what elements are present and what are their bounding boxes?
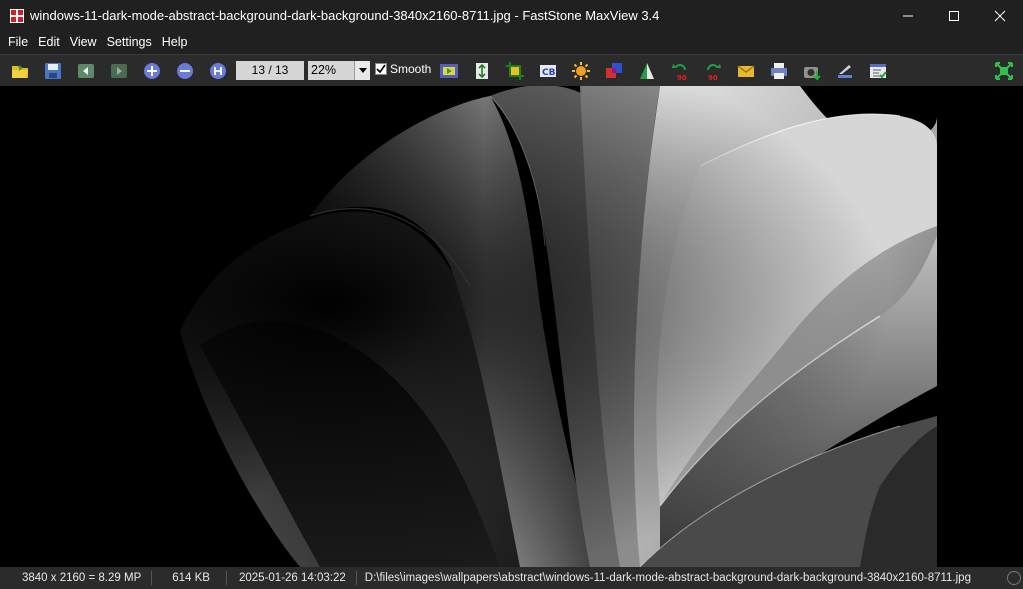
- colors-button[interactable]: [603, 60, 625, 82]
- settings-icon: [870, 64, 887, 79]
- smooth-toggle[interactable]: Smooth: [375, 62, 431, 76]
- menu-view[interactable]: View: [65, 31, 102, 54]
- scan-icon: [838, 65, 852, 78]
- checkmark-icon: [376, 64, 386, 74]
- rotate-left-button[interactable]: 90: [669, 60, 691, 82]
- zoom-value: 22%: [311, 63, 337, 77]
- zoom-out-button[interactable]: [174, 60, 196, 82]
- close-icon: [994, 10, 1006, 21]
- next-button[interactable]: [108, 60, 130, 82]
- page-counter[interactable]: 13 / 13: [236, 61, 304, 80]
- size-grip-icon[interactable]: [1007, 571, 1021, 585]
- svg-text:90: 90: [708, 74, 718, 81]
- capture-button[interactable]: [801, 60, 823, 82]
- fit-window-button[interactable]: [993, 60, 1015, 82]
- rotate-left-icon: 90: [672, 64, 687, 81]
- open-folder-icon: [12, 65, 28, 78]
- resize-icon: [476, 63, 488, 79]
- image-dimensions: 3840 x 2160 = 8.29 MP: [22, 572, 142, 584]
- email-icon: [737, 65, 755, 77]
- brightness-button[interactable]: [570, 60, 592, 82]
- slideshow-button[interactable]: [438, 60, 460, 82]
- settings-button[interactable]: [867, 60, 889, 82]
- rotate-right-button[interactable]: 90: [702, 60, 724, 82]
- zoom-in-icon: [144, 63, 160, 79]
- file-path: D:\files\images\wallpapers\abstract\wind…: [364, 572, 971, 584]
- zoom-in-button[interactable]: [141, 60, 163, 82]
- brightness-icon: [572, 62, 590, 80]
- slideshow-icon: [440, 64, 458, 78]
- image-viewer[interactable]: [0, 86, 1023, 567]
- print-icon: [771, 63, 787, 79]
- crop-icon: [506, 62, 524, 80]
- menu-settings[interactable]: Settings: [102, 31, 157, 54]
- resize-button[interactable]: [471, 60, 493, 82]
- text-button[interactable]: CB: [537, 60, 559, 82]
- previous-button[interactable]: [75, 60, 97, 82]
- smooth-label: Smooth: [390, 62, 432, 76]
- text-icon: CB: [540, 65, 556, 78]
- crop-button[interactable]: [504, 60, 526, 82]
- app-icon[interactable]: [10, 8, 24, 23]
- close-button[interactable]: [977, 0, 1023, 31]
- status-bar: 3840 x 2160 = 8.29 MP 614 KB 2025-01-26 …: [0, 567, 1023, 589]
- actual-size-button[interactable]: [207, 60, 229, 82]
- scan-button[interactable]: [834, 60, 856, 82]
- menu-help[interactable]: Help: [157, 31, 193, 54]
- menu-bar: File Edit View Settings Help: [0, 31, 1023, 54]
- smooth-checkbox[interactable]: [375, 63, 387, 75]
- title-bar: windows-11-dark-mode-abstract-background…: [0, 0, 1023, 31]
- fit-window-icon: [995, 62, 1013, 80]
- dropdown-arrow-icon[interactable]: [354, 61, 370, 80]
- open-button[interactable]: [9, 60, 31, 82]
- minimize-button[interactable]: [885, 0, 931, 31]
- minimize-icon: [903, 15, 913, 16]
- menu-edit[interactable]: Edit: [33, 31, 65, 54]
- window-controls: [885, 0, 1023, 31]
- window-title: windows-11-dark-mode-abstract-background…: [30, 8, 660, 23]
- maximize-button[interactable]: [931, 0, 977, 31]
- capture-icon: [804, 67, 821, 81]
- maximize-icon: [949, 10, 959, 21]
- sharpen-button[interactable]: [636, 60, 658, 82]
- zoom-select[interactable]: 22%: [308, 61, 370, 80]
- file-date: 2025-01-26 14:03:22: [238, 572, 346, 584]
- svg-text:90: 90: [677, 74, 687, 81]
- rotate-right-icon: 90: [707, 64, 721, 81]
- print-button[interactable]: [768, 60, 790, 82]
- colors-icon: [606, 63, 622, 78]
- zoom-out-icon: [177, 63, 193, 79]
- save-button[interactable]: [42, 60, 64, 82]
- save-icon: [45, 63, 61, 79]
- file-size: 614 KB: [172, 572, 210, 584]
- toolbar: 13 / 13 22% Smooth CB 90 90: [0, 54, 1023, 86]
- sharpen-icon: [640, 63, 654, 79]
- actual-size-icon: [210, 63, 226, 79]
- menu-file[interactable]: File: [3, 31, 33, 54]
- wallpaper-image: [0, 86, 937, 567]
- svg-text:CB: CB: [542, 68, 556, 78]
- email-button[interactable]: [735, 60, 757, 82]
- previous-icon: [78, 64, 94, 78]
- next-icon: [111, 64, 127, 78]
